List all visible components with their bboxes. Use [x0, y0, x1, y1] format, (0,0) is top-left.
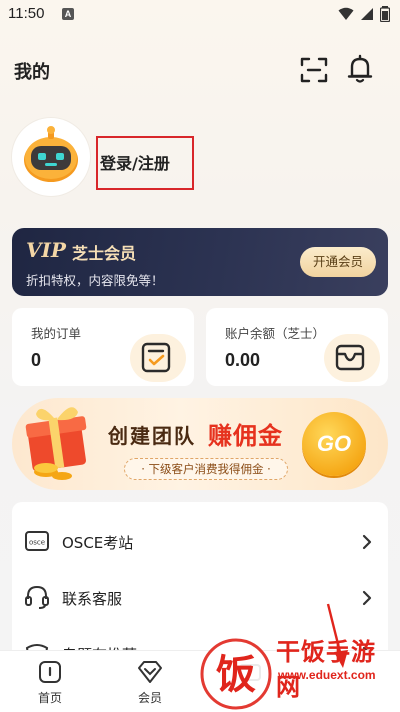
- mail-icon: [239, 664, 261, 681]
- banner-highlight: 赚佣金: [208, 422, 283, 450]
- nav-membership[interactable]: 会员: [110, 651, 190, 712]
- battery-icon: [380, 6, 390, 22]
- signal-icon: [361, 8, 373, 20]
- menu-item-label: 联系客服: [62, 590, 123, 608]
- home-icon: [39, 661, 61, 683]
- stat-label: 我的订单: [31, 326, 82, 341]
- bell-icon[interactable]: [346, 54, 374, 84]
- notification-a-icon: A: [62, 8, 74, 20]
- nav-item-hidden[interactable]: [210, 651, 290, 712]
- stat-label: 账户余额（芝士）: [225, 326, 326, 341]
- page-title: 我的: [14, 62, 50, 83]
- red-arrow-annotation: [326, 603, 348, 668]
- avatar[interactable]: [12, 118, 90, 196]
- open-membership-button[interactable]: 开通会员: [300, 247, 376, 277]
- nav-home[interactable]: 首页: [10, 651, 90, 712]
- status-bar: 11:50 A: [0, 0, 400, 30]
- vip-subtitle: 折扣特权，内容限免等！: [26, 273, 164, 288]
- status-icons: [338, 6, 390, 22]
- diamond-icon: [138, 661, 162, 683]
- go-button[interactable]: GO: [302, 412, 366, 476]
- login-register-link[interactable]: 登录/注册: [100, 150, 170, 174]
- banner-subtitle: · 下级客户消费我得佣金 ·: [124, 458, 288, 480]
- team-commission-banner[interactable]: 创建团队 赚佣金 · 下级客户消费我得佣金 · GO: [12, 398, 388, 490]
- headset-icon: [25, 585, 49, 609]
- menu-item-label: OSCE考站: [62, 534, 134, 552]
- chevron-right-icon: [362, 534, 372, 550]
- balance-card[interactable]: 账户余额（芝士） 0.00: [206, 308, 388, 386]
- menu-item-osce[interactable]: osce OSCE考站: [12, 514, 388, 570]
- banner-title: 创建团队: [108, 424, 196, 448]
- nav-label: 会员: [137, 691, 162, 705]
- nav-label: 首页: [37, 691, 62, 705]
- gift-box-icon: [25, 407, 87, 480]
- robot-avatar-icon: [24, 126, 78, 182]
- order-list-icon: [141, 342, 171, 373]
- vip-card[interactable]: VIP 芝士会员 折扣特权，内容限免等！ 开通会员: [12, 228, 388, 296]
- stat-value: 0: [31, 350, 42, 370]
- osce-icon: osce: [25, 531, 49, 551]
- my-orders-card[interactable]: 我的订单 0: [12, 308, 194, 386]
- chevron-right-icon: [362, 590, 372, 606]
- svg-text:osce: osce: [29, 539, 45, 547]
- vip-title: 芝士会员: [72, 244, 137, 263]
- wallet-icon: [335, 344, 365, 371]
- vip-logo: VIP: [26, 238, 66, 262]
- scan-icon[interactable]: [300, 56, 328, 84]
- status-time: 11:50: [8, 5, 45, 22]
- stat-value: 0.00: [225, 350, 261, 370]
- wifi-icon: [338, 7, 354, 20]
